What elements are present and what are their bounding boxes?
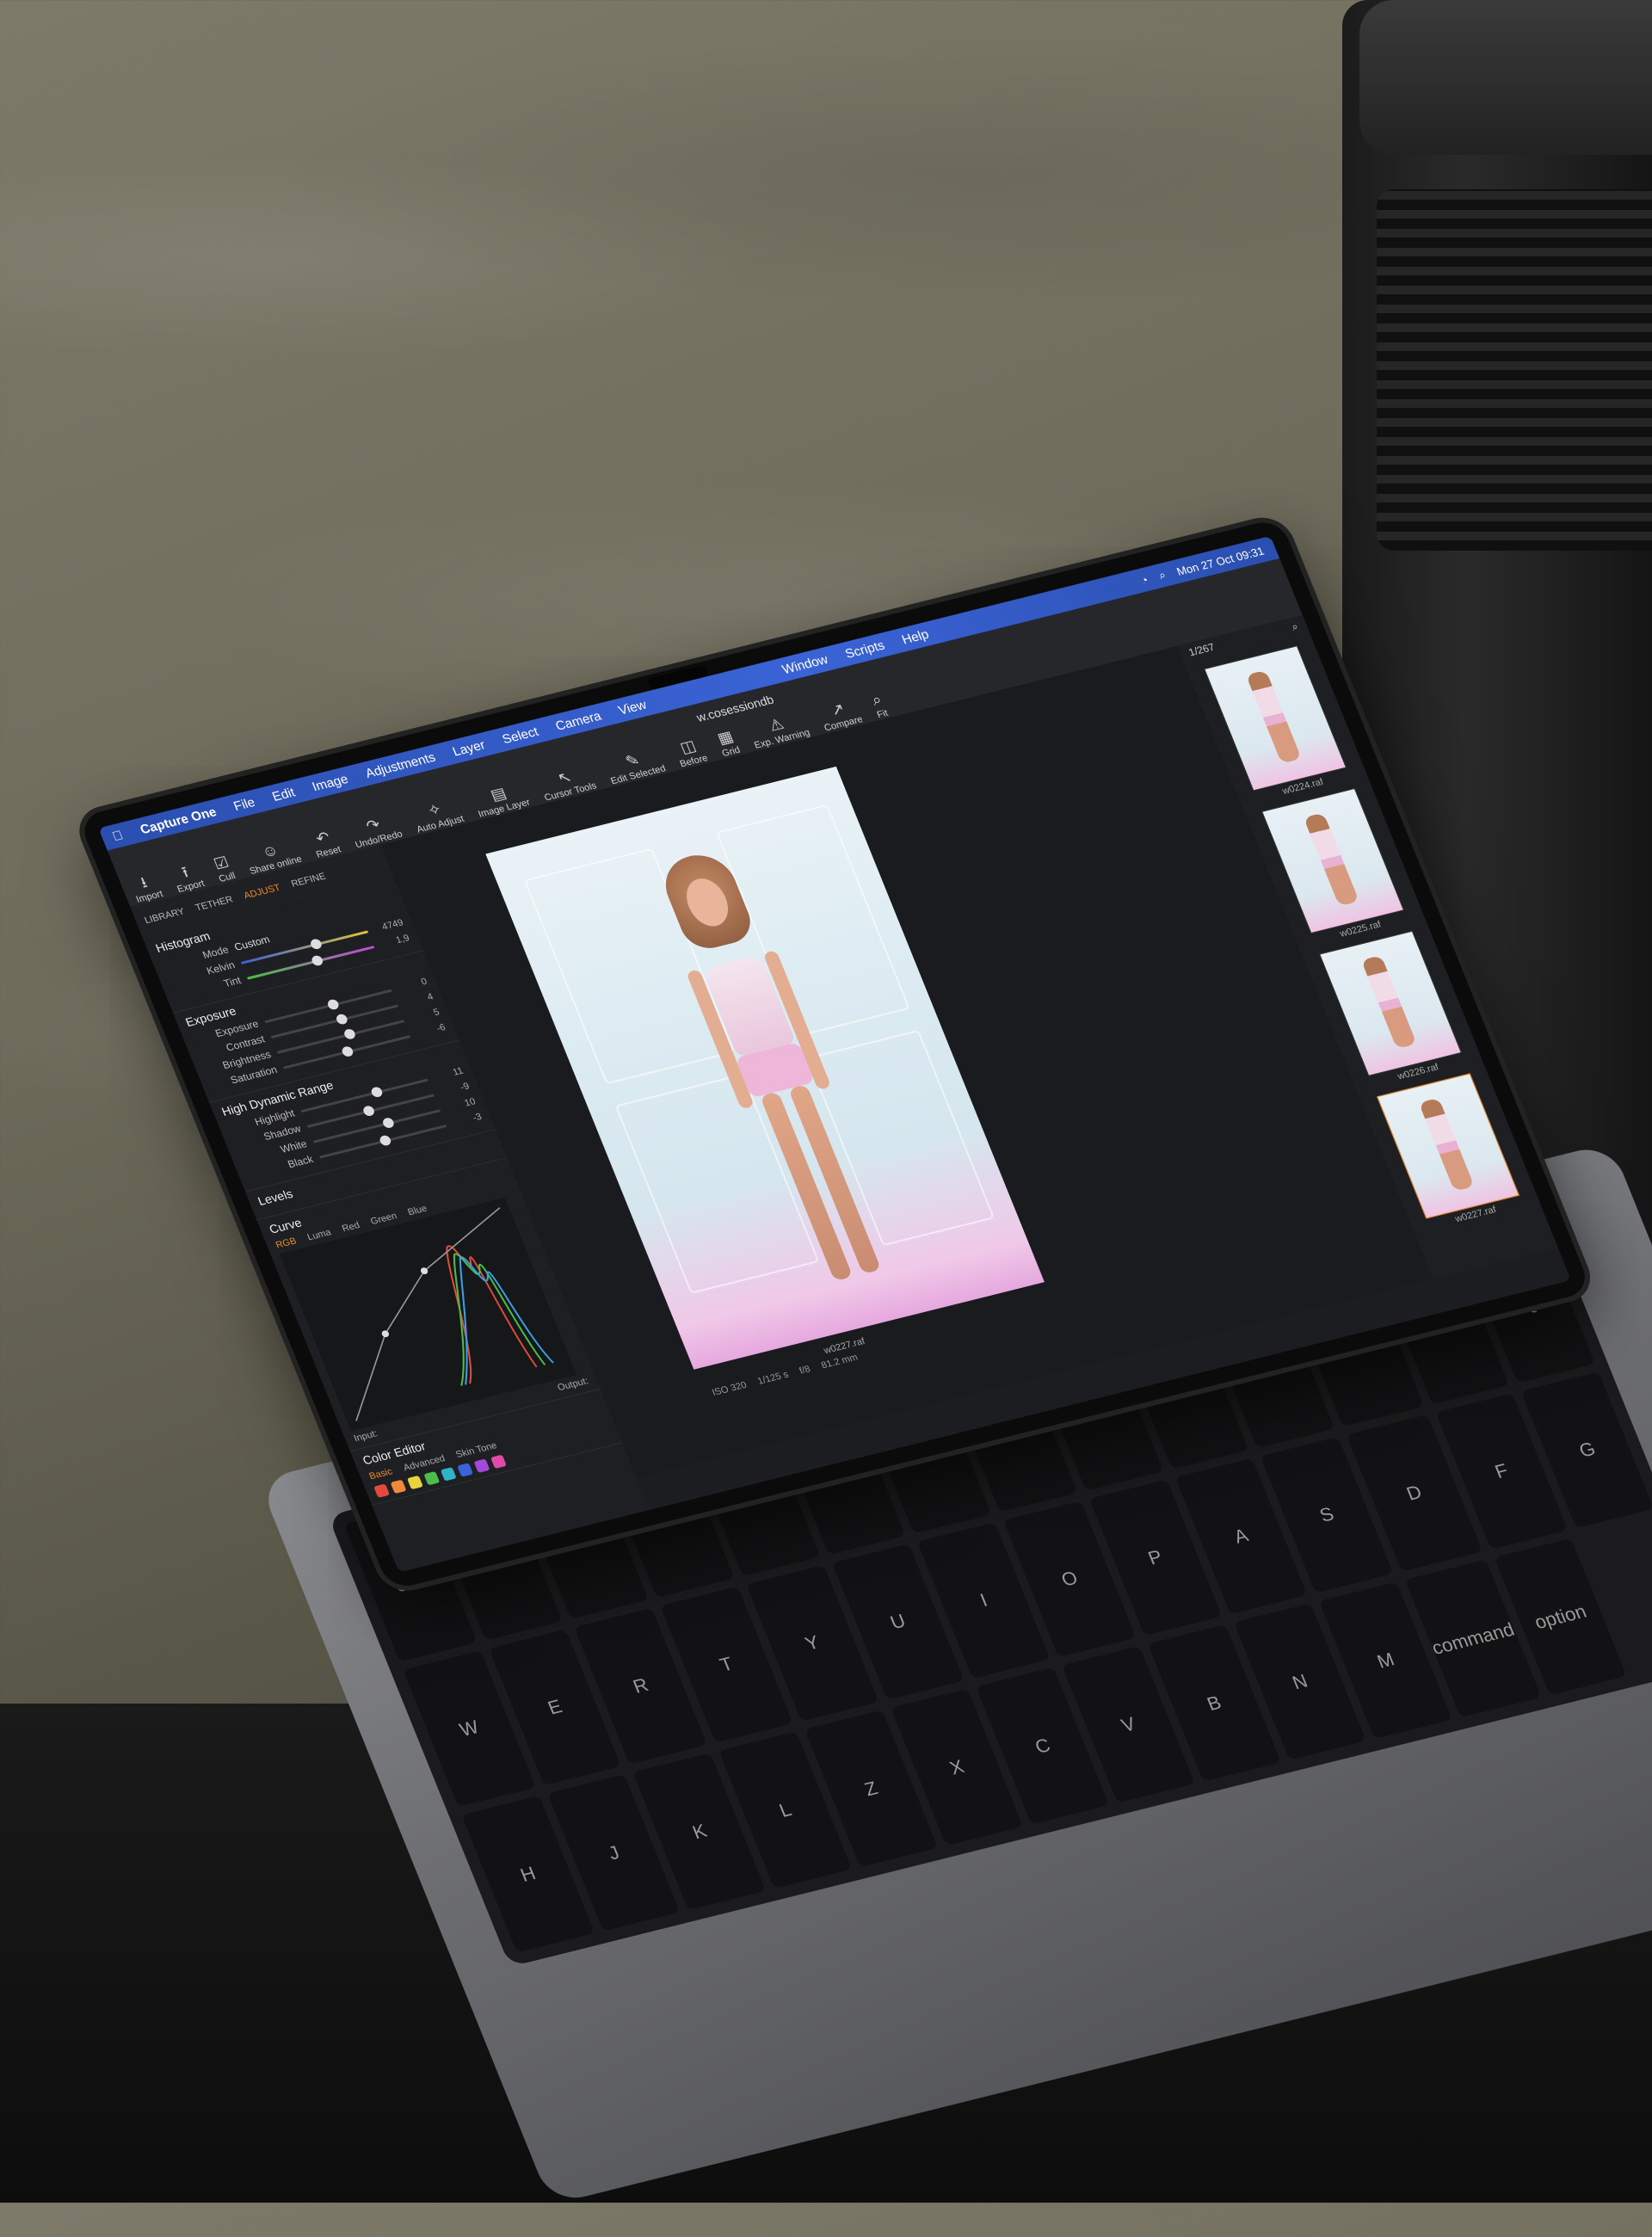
edit-icon: ✎ xyxy=(622,750,643,771)
fit-zoom[interactable]: ⌕ Fit xyxy=(869,690,890,721)
menu-edit[interactable]: Edit xyxy=(270,785,298,804)
wall-panel xyxy=(806,1029,996,1247)
tab-refine[interactable]: REFINE xyxy=(290,872,328,890)
tone-curve-line[interactable] xyxy=(291,1207,564,1421)
histogram-green xyxy=(453,1253,546,1386)
compare-icon: ↗ xyxy=(828,699,848,719)
cursor-icon: ↖ xyxy=(555,767,575,787)
upload-icon: ⭱ xyxy=(179,863,191,881)
color-swatch[interactable] xyxy=(423,1470,441,1486)
slider-knob[interactable] xyxy=(378,1134,392,1147)
wifi-icon[interactable]: ◔ xyxy=(1138,573,1150,587)
layer-icon: ▤ xyxy=(488,784,509,804)
curve-tab-red[interactable]: Red xyxy=(341,1220,361,1234)
histogram-blue xyxy=(459,1256,554,1385)
speaker-grill xyxy=(1377,189,1652,551)
saturation-value[interactable]: -6 xyxy=(415,1022,447,1038)
black-value[interactable]: -3 xyxy=(451,1112,484,1128)
zoom-icon: ⌕ xyxy=(869,690,885,709)
meta-aperture: f/8 xyxy=(798,1364,812,1377)
laptop:  Capture One File Edit Image Adjustment… xyxy=(52,517,1593,2237)
download-icon: ⭳ xyxy=(138,873,150,891)
color-swatch[interactable] xyxy=(473,1458,490,1473)
menu-layer[interactable]: Layer xyxy=(450,737,487,759)
wand-icon: ✧ xyxy=(425,800,445,820)
apple-icon[interactable]:  xyxy=(110,828,125,844)
slider-knob[interactable] xyxy=(325,998,341,1011)
menu-help[interactable]: Help xyxy=(900,627,931,647)
contrast-value[interactable]: 4 xyxy=(403,992,435,1008)
cull-button[interactable]: ☑ Cull xyxy=(211,854,237,884)
check-icon: ☑ xyxy=(211,853,231,873)
shadow-value[interactable]: -9 xyxy=(439,1082,471,1098)
menu-file[interactable]: File xyxy=(231,795,257,814)
color-tab-basic[interactable]: Basic xyxy=(367,1466,394,1482)
curve-tab-blue[interactable]: Blue xyxy=(406,1204,428,1218)
wall-panel xyxy=(614,1073,820,1294)
tab-tether[interactable]: TETHER xyxy=(194,895,234,914)
slider-knob[interactable] xyxy=(341,1045,355,1057)
undo-icon: ↶ xyxy=(313,828,333,847)
highlight-value[interactable]: 11 xyxy=(433,1066,465,1082)
color-swatch[interactable] xyxy=(457,1463,474,1477)
people-icon: ☺ xyxy=(259,841,281,861)
white-value[interactable]: 10 xyxy=(445,1096,477,1112)
menu-view[interactable]: View xyxy=(616,697,649,718)
curve-tab-luma[interactable]: Luma xyxy=(306,1227,333,1242)
slider-knob[interactable] xyxy=(342,1027,356,1040)
exposure-value[interactable]: 0 xyxy=(397,977,428,993)
tint-value[interactable]: 1,9 xyxy=(379,933,410,949)
browser-count: 1/267 xyxy=(1187,640,1217,659)
search-icon[interactable]: ⌕ xyxy=(1156,568,1168,582)
speaker-top xyxy=(1359,0,1652,155)
slider-knob[interactable] xyxy=(369,1085,384,1098)
menu-select[interactable]: Select xyxy=(500,724,540,747)
histogram-red xyxy=(446,1245,538,1384)
before-icon: ◫ xyxy=(677,736,699,757)
curve-point[interactable] xyxy=(380,1330,390,1338)
browser-search-icon[interactable]: ⌕ xyxy=(1290,620,1300,634)
slider-knob[interactable] xyxy=(335,1013,349,1026)
color-swatch[interactable] xyxy=(390,1479,407,1494)
meta-shutter: 1/125 s xyxy=(755,1369,791,1387)
tab-adjust[interactable]: ADJUST xyxy=(243,883,282,902)
main-photo[interactable] xyxy=(485,766,1045,1370)
kelvin-value[interactable]: 4749 xyxy=(373,917,404,934)
image-filename: w0227.raf xyxy=(822,1336,867,1357)
curve-tab-rgb[interactable]: RGB xyxy=(274,1236,299,1251)
slider-knob[interactable] xyxy=(380,1116,395,1129)
brightness-value[interactable]: 5 xyxy=(409,1007,441,1023)
warning-icon: ⚠ xyxy=(766,714,786,735)
tab-library[interactable]: LIBRARY xyxy=(143,907,186,927)
grid-button[interactable]: ▦ Grid xyxy=(713,728,742,759)
curve-input-label: Input: xyxy=(352,1428,379,1445)
color-swatch[interactable] xyxy=(490,1454,507,1470)
meta-iso: ISO 320 xyxy=(710,1379,749,1398)
color-swatch[interactable] xyxy=(406,1475,423,1490)
color-swatch[interactable] xyxy=(440,1467,457,1482)
undo-redo-icon: ↷ xyxy=(363,815,383,835)
color-swatch[interactable] xyxy=(373,1483,391,1498)
grid-icon: ▦ xyxy=(714,727,736,748)
slider-knob[interactable] xyxy=(361,1104,376,1117)
